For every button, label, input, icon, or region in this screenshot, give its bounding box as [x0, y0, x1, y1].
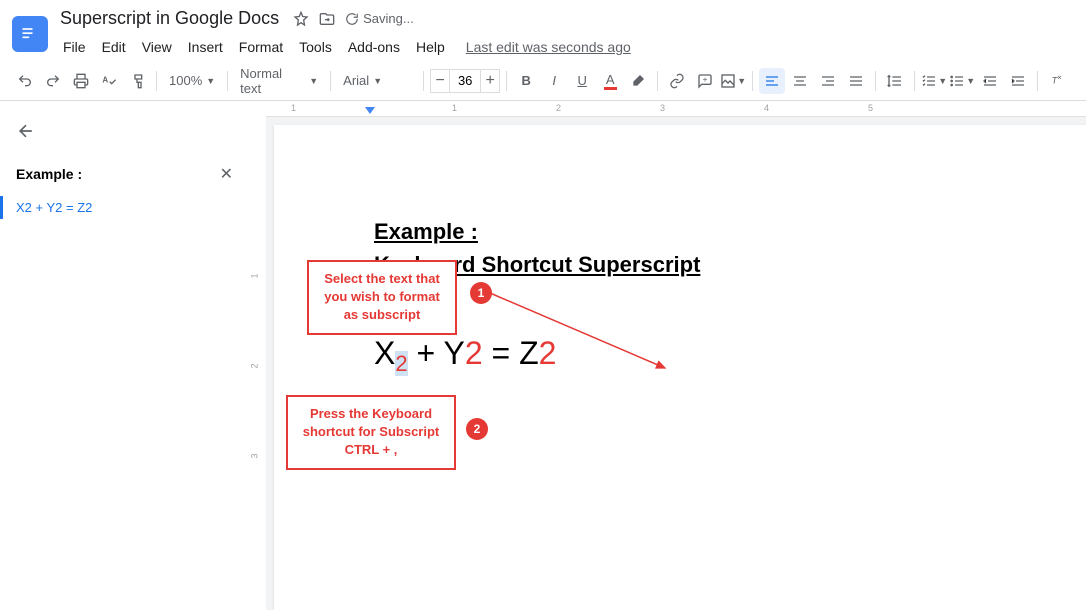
link-button[interactable]	[664, 68, 690, 94]
doc-title[interactable]: Superscript in Google Docs	[56, 6, 283, 31]
outline-header[interactable]: Example :	[16, 166, 82, 182]
svg-text:✕: ✕	[1057, 75, 1062, 81]
indent-inc-button[interactable]	[1005, 68, 1031, 94]
callout-badge-2: 2	[466, 418, 488, 440]
checklist-button[interactable]: ▼	[921, 68, 947, 94]
doc-heading-line2[interactable]: Keyboard Shortcut Superscript	[374, 248, 1056, 281]
document-page[interactable]: Example : Keyboard Shortcut Superscript …	[274, 125, 1086, 610]
close-icon[interactable]: ✕	[220, 164, 233, 184]
bullet-list-button[interactable]: ▼	[949, 68, 975, 94]
horizontal-ruler[interactable]: 1 1 2 3 4 5	[266, 101, 1086, 117]
bold-button[interactable]: B	[513, 68, 539, 94]
vertical-ruler: 1 2 3	[250, 101, 266, 610]
menu-format[interactable]: Format	[232, 35, 290, 59]
menu-help[interactable]: Help	[409, 35, 452, 59]
font-size-inc-button[interactable]: +	[480, 69, 500, 93]
move-folder-icon[interactable]	[319, 11, 335, 27]
sync-icon	[345, 12, 359, 26]
menu-insert[interactable]: Insert	[181, 35, 230, 59]
saving-status: Saving...	[345, 11, 414, 26]
align-right-button[interactable]	[815, 68, 841, 94]
align-left-button[interactable]	[759, 68, 785, 94]
svg-text:A: A	[102, 75, 108, 84]
menu-edit[interactable]: Edit	[95, 35, 133, 59]
print-button[interactable]	[68, 68, 94, 94]
last-edit-link[interactable]: Last edit was seconds ago	[466, 35, 631, 59]
comment-button[interactable]	[692, 68, 718, 94]
font-size-dec-button[interactable]: −	[430, 69, 450, 93]
align-justify-button[interactable]	[843, 68, 869, 94]
zoom-select[interactable]: 100%▼	[163, 69, 221, 92]
redo-button[interactable]	[40, 68, 66, 94]
docs-logo-icon[interactable]	[12, 16, 48, 52]
font-size-input[interactable]	[450, 69, 480, 93]
doc-heading-line1[interactable]: Example :	[374, 215, 1056, 248]
indent-dec-button[interactable]	[977, 68, 1003, 94]
outline-panel: Example : ✕ X2 + Y2 = Z2	[0, 101, 250, 610]
menu-file[interactable]: File	[56, 35, 93, 59]
star-icon[interactable]	[293, 11, 309, 27]
selected-subscript: 2	[395, 351, 407, 376]
outline-item[interactable]: X2 + Y2 = Z2	[0, 196, 233, 219]
line-spacing-button[interactable]	[882, 68, 908, 94]
align-center-button[interactable]	[787, 68, 813, 94]
equation-text[interactable]: X2 + Y2 = Z2	[374, 335, 1056, 377]
menu-addons[interactable]: Add-ons	[341, 35, 407, 59]
highlight-button[interactable]	[625, 68, 651, 94]
app-header: Superscript in Google Docs Saving... Fil…	[0, 0, 1086, 61]
callout-2: Press the Keyboard shortcut for Subscrip…	[286, 395, 456, 470]
menu-tools[interactable]: Tools	[292, 35, 339, 59]
paint-format-button[interactable]	[124, 68, 150, 94]
underline-button[interactable]: U	[569, 68, 595, 94]
style-select[interactable]: Normal text▼	[234, 62, 324, 100]
italic-button[interactable]: I	[541, 68, 567, 94]
spellcheck-button[interactable]: A	[96, 68, 122, 94]
toolbar: A 100%▼ Normal text▼ Arial▼ − + B I U A …	[0, 61, 1086, 101]
text-color-button[interactable]: A	[597, 68, 623, 94]
back-arrow-icon[interactable]	[16, 121, 36, 141]
callout-badge-1: 1	[470, 282, 492, 304]
image-button[interactable]: ▼	[720, 68, 746, 94]
editor-area: 1 1 2 3 4 5 Example : Keyboard Shortcut …	[266, 101, 1086, 610]
undo-button[interactable]	[12, 68, 38, 94]
font-select[interactable]: Arial▼	[337, 69, 417, 92]
indent-marker-icon[interactable]	[365, 107, 375, 114]
callout-1: Select the text that you wish to format …	[307, 260, 457, 335]
clear-format-button[interactable]: T✕	[1044, 68, 1070, 94]
menubar: File Edit View Insert Format Tools Add-o…	[56, 33, 1074, 61]
menu-view[interactable]: View	[135, 35, 179, 59]
